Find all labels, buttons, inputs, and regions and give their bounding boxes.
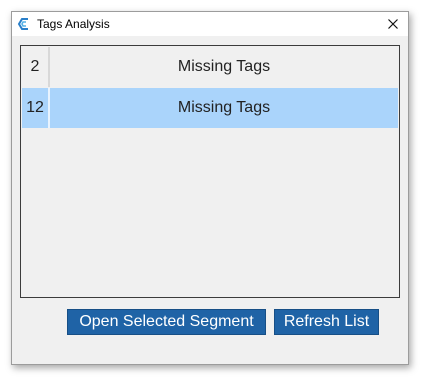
close-icon: [388, 19, 398, 29]
segments-list[interactable]: 2 Missing Tags 12 Missing Tags: [20, 45, 400, 298]
open-selected-segment-button[interactable]: Open Selected Segment: [67, 309, 266, 335]
window-title: Tags Analysis: [37, 17, 110, 31]
title-bar: Tags Analysis: [12, 12, 408, 36]
refresh-list-button[interactable]: Refresh List: [274, 309, 379, 335]
close-button[interactable]: [384, 15, 402, 33]
segment-number: 2: [22, 47, 50, 87]
segment-label: Missing Tags: [177, 99, 271, 116]
segment-label: Missing Tags: [177, 58, 271, 75]
app-logo-icon: [17, 17, 31, 31]
segment-number: 12: [22, 88, 50, 128]
list-item-selected[interactable]: 12 Missing Tags: [22, 88, 398, 128]
list-item[interactable]: 2 Missing Tags: [22, 47, 398, 87]
tags-analysis-window: Tags Analysis 2 Missing Tags 12 Missing …: [11, 11, 409, 365]
